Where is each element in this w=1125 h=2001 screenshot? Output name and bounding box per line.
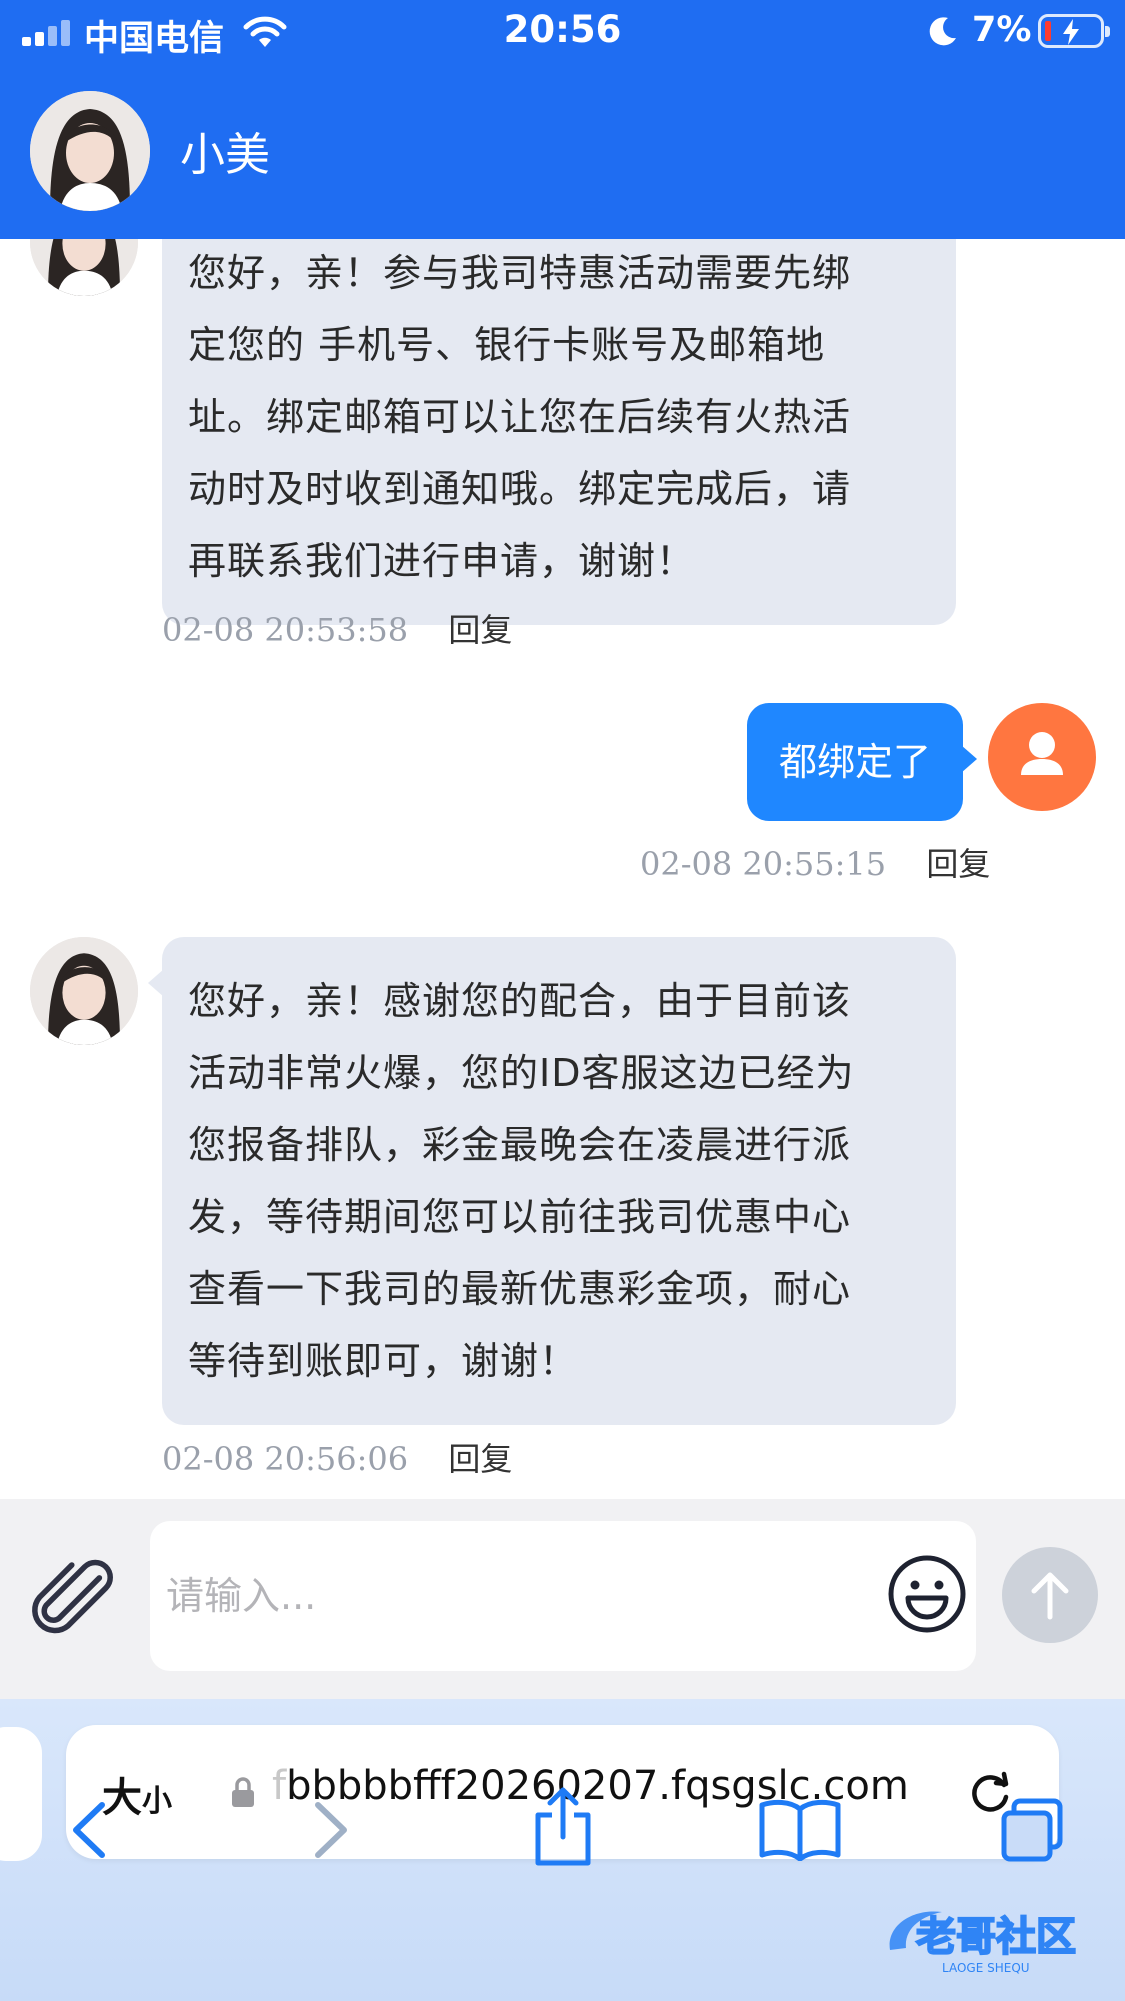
arrow-up-icon [1031, 1572, 1069, 1620]
message-line: 等待到账即可，谢谢！ [188, 1339, 579, 1383]
lock-icon [232, 1777, 254, 1807]
message-text: 都绑定了 [778, 740, 931, 784]
message-line: 址。绑定邮箱可以让您在后续有火热活 [188, 395, 852, 439]
previous-tab-edge[interactable] [0, 1727, 42, 1861]
tabs-icon[interactable] [998, 1797, 1068, 1863]
message-line: 再联系我们进行申请，谢谢！ [188, 539, 696, 583]
message-timestamp: 02-08 20:55:15 [640, 845, 887, 883]
forward-icon[interactable] [306, 1795, 356, 1865]
share-icon[interactable] [528, 1785, 598, 1869]
status-bar: 中国电信 20:56 7% [0, 0, 1125, 64]
app-header: 中国电信 20:56 7% 小美 [0, 0, 1125, 239]
community-watermark-logo: 老哥社区 LAOGE SHEQU [889, 1911, 1077, 1975]
message-line: 定您的 手机号、银行卡账号及邮箱地 [188, 323, 826, 367]
message-meta: 02-08 20:56:06 回复 [162, 1434, 512, 1480]
message-line: 查看一下我司的最新优惠彩金项，耐心 [188, 1267, 852, 1311]
send-button[interactable] [1002, 1547, 1098, 1643]
chat-area[interactable]: 您好，亲！参与我司特惠活动需要先绑 定您的 手机号、银行卡账号及邮箱地 址。绑定… [0, 239, 1125, 1499]
battery-icon [1038, 14, 1110, 48]
message-meta: 02-08 20:55:15 回复 [640, 839, 990, 885]
svg-text:老哥社区: 老哥社区 [916, 1914, 1076, 1960]
bookmarks-icon[interactable] [758, 1797, 842, 1861]
user-icon [1021, 732, 1063, 775]
moon-icon [929, 17, 956, 46]
attachment-icon[interactable] [30, 1559, 120, 1639]
composer-bar [0, 1499, 1125, 1699]
message-line: 您好，亲！感谢您的配合，由于目前该 [188, 979, 852, 1023]
message-line: 活动非常火爆，您的ID客服这边已经为 [188, 1051, 855, 1095]
message-bubble-agent: 您好，亲！感谢您的配合，由于目前该 活动非常火爆，您的ID客服这边已经为 您报备… [148, 937, 956, 1425]
emoji-icon[interactable] [886, 1553, 968, 1635]
message-bubble-user: 都绑定了 [747, 703, 977, 821]
url-faded-prefix: f [272, 1763, 287, 1809]
message-input[interactable] [166, 1561, 866, 1631]
agent-avatar[interactable] [30, 937, 138, 1045]
agent-avatar[interactable] [30, 239, 138, 296]
message-bubble-agent: 您好，亲！参与我司特惠活动需要先绑 定您的 手机号、银行卡账号及邮箱地 址。绑定… [162, 239, 956, 625]
contact-name: 小美 [180, 128, 271, 181]
message-line: 发，等待期间您可以前往我司优惠中心 [188, 1195, 852, 1239]
message-line: 您好，亲！参与我司特惠活动需要先绑 [188, 251, 852, 295]
reply-link[interactable]: 回复 [448, 611, 512, 649]
message-line: 动时及时收到通知哦。绑定完成后，请 [188, 467, 852, 511]
message-meta: 02-08 20:53:58 回复 [162, 605, 512, 651]
message-timestamp: 02-08 20:53:58 [162, 611, 409, 649]
reply-link[interactable]: 回复 [448, 1440, 512, 1478]
message-input-box[interactable] [150, 1521, 976, 1671]
text-size-small: 小 [142, 1784, 172, 1819]
contact-avatar[interactable] [30, 91, 150, 211]
svg-text:LAOGE SHEQU: LAOGE SHEQU [942, 1961, 1030, 1975]
message-timestamp: 02-08 20:56:06 [162, 1440, 409, 1478]
reply-link[interactable]: 回复 [926, 845, 990, 883]
user-avatar[interactable] [988, 703, 1096, 811]
message-line: 您报备排队，彩金最晚会在凌晨进行派 [188, 1123, 852, 1167]
battery-percent: 7% [972, 10, 1032, 50]
back-icon[interactable] [64, 1795, 114, 1865]
